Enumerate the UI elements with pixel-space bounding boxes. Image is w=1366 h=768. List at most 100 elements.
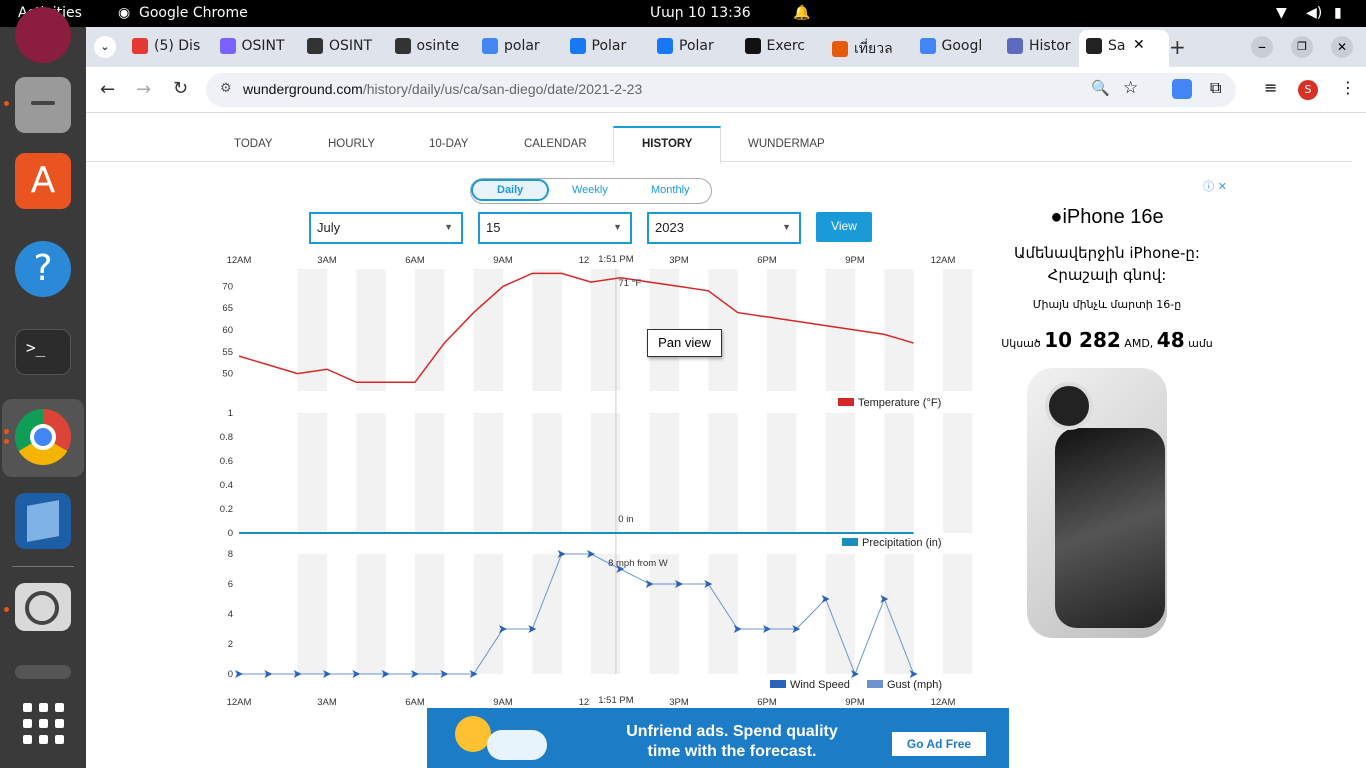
- browser-tab[interactable]: Polar: [569, 38, 642, 66]
- tab-today[interactable]: TODAY: [234, 138, 273, 150]
- browser-tab[interactable]: เที่ยวล: [832, 38, 904, 66]
- tab-label: polar: [504, 38, 540, 54]
- chart-band: [708, 413, 738, 533]
- tab-calendar[interactable]: CALENDAR: [524, 138, 587, 150]
- x-tick-label-bottom: 3PM: [669, 697, 689, 708]
- files-icon[interactable]: [15, 77, 71, 133]
- chrome-icon[interactable]: [15, 409, 71, 465]
- running-indicator: [4, 439, 9, 444]
- browser-tab[interactable]: Exerc: [744, 38, 817, 66]
- history-charts[interactable]: 12AM12AM3AM3AM6AM6AM9AM9AM12PM12PM3PM3PM…: [216, 251, 976, 721]
- browser-tab[interactable]: (5) Dis: [132, 38, 204, 66]
- y-tick-label: 0: [228, 528, 233, 539]
- extensions-icon[interactable]: ⧉: [1210, 78, 1221, 98]
- period-weekly[interactable]: Weekly: [572, 184, 608, 196]
- tab-label: Exerc: [766, 38, 805, 54]
- help-icon[interactable]: ?: [15, 241, 71, 297]
- browser-tab[interactable]: polar: [482, 38, 554, 66]
- browser-tab[interactable]: Histor: [1007, 38, 1079, 66]
- zoom-icon[interactable]: 🔍: [1091, 79, 1110, 97]
- chart-band: [884, 413, 914, 533]
- x-tick-label-top: 9PM: [845, 255, 865, 266]
- month-select[interactable]: July ▼: [309, 212, 463, 244]
- back-icon[interactable]: ←: [100, 79, 115, 100]
- browser-tab[interactable]: Polar: [657, 38, 729, 66]
- period-monthly[interactable]: Monthly: [651, 184, 690, 196]
- x-tick-label-top: 3PM: [669, 255, 689, 266]
- chart-band: [532, 413, 562, 533]
- address-bar[interactable]: ⚙ wunderground.com/history/daily/us/ca/s…: [206, 73, 1236, 107]
- running-indicator: [4, 101, 9, 106]
- x-tick-label-top: 6PM: [757, 255, 777, 266]
- tab-label: OSINT: [241, 38, 285, 54]
- chart-band: [767, 269, 797, 391]
- virtualbox-icon[interactable]: [15, 493, 71, 549]
- dock-separator: [12, 566, 74, 567]
- cloud-icon: [487, 730, 547, 760]
- chart-band: [649, 413, 679, 533]
- bookmark-star-icon[interactable]: ☆: [1123, 78, 1138, 98]
- chrome-menu-icon[interactable]: ⋮: [1340, 78, 1356, 97]
- tab-active[interactable]: Sa: [1086, 38, 1125, 66]
- chart-band: [532, 269, 562, 391]
- y-tick-label: 0: [228, 669, 233, 680]
- dock-app-partial[interactable]: [15, 665, 71, 679]
- x-tick-label-top: 3AM: [317, 255, 337, 266]
- clock[interactable]: Մար 10 13:36: [650, 5, 751, 21]
- wifi-icon[interactable]: ▼: [1276, 5, 1287, 21]
- tab-10-day[interactable]: 10-DAY: [429, 138, 468, 150]
- minimize-icon[interactable]: –: [1251, 36, 1273, 58]
- show-apps-icon[interactable]: [23, 703, 64, 744]
- active-app-name[interactable]: Google Chrome: [139, 5, 248, 21]
- battery-icon[interactable]: ▮: [1334, 5, 1342, 21]
- tab-history[interactable]: HISTORY: [642, 138, 692, 150]
- tab-favicon: [132, 38, 148, 54]
- browser-tab[interactable]: osinte: [394, 38, 467, 66]
- ad-free-banner[interactable]: Unfriend ads. Spend quality time with th…: [427, 708, 1009, 768]
- site-info-icon[interactable]: ⚙: [220, 81, 232, 96]
- volume-icon[interactable]: ◀): [1306, 5, 1322, 21]
- tab-hourly[interactable]: HOURLY: [328, 138, 375, 150]
- legend-gust: Gust (mph): [887, 679, 942, 691]
- chart-band: [356, 269, 386, 391]
- legend-swatch-gust: [867, 680, 883, 688]
- go-ad-free-button[interactable]: Go Ad Free: [892, 732, 986, 756]
- browser-tab[interactable]: OSINT: [307, 38, 379, 66]
- translate-icon[interactable]: [1172, 79, 1192, 99]
- apple-logo-icon: ●: [1050, 206, 1063, 228]
- tab-search-icon[interactable]: ⌄: [94, 36, 116, 58]
- profile-avatar[interactable]: S: [1298, 80, 1318, 100]
- side-ad[interactable]: ⓘ ✕ ●iPhone 16e Ամենավերջին iPhone-ը: Հր…: [987, 178, 1227, 658]
- ad-brand: ●iPhone 16e: [1050, 206, 1164, 228]
- ad-headline-1: Ամենավերջին iPhone-ը:: [1014, 244, 1200, 262]
- tab-wundermap[interactable]: WUNDERMAP: [748, 138, 825, 150]
- y-tick-label: 8: [228, 549, 233, 560]
- chart-band: [297, 413, 327, 533]
- close-window-icon[interactable]: ✕: [1331, 36, 1353, 58]
- chart-band: [767, 554, 797, 674]
- forward-icon[interactable]: →: [136, 79, 151, 100]
- period-daily[interactable]: Daily: [497, 184, 523, 196]
- chart-band: [943, 413, 973, 533]
- y-tick-label: 55: [222, 347, 233, 358]
- precipitation-readout: 0 in: [618, 514, 633, 525]
- bell-icon[interactable]: 🔔: [793, 5, 810, 21]
- reload-icon[interactable]: ↻: [173, 78, 188, 99]
- terminal-icon[interactable]: >_: [15, 329, 71, 375]
- media-control-icon[interactable]: ≡: [1264, 78, 1277, 97]
- view-button[interactable]: View: [816, 212, 872, 242]
- browser-tab[interactable]: OSINT: [219, 38, 292, 66]
- image-viewer-icon[interactable]: [15, 583, 71, 631]
- tab-favicon: [482, 38, 498, 54]
- restore-icon[interactable]: ❐: [1291, 36, 1313, 58]
- browser-tab[interactable]: Googl: [919, 38, 992, 66]
- new-tab-icon[interactable]: +: [1169, 35, 1186, 59]
- x-tick-label-top: 9AM: [493, 255, 513, 266]
- close-tab-icon[interactable]: ✕: [1133, 37, 1145, 53]
- tab-favicon: [919, 38, 936, 54]
- adchoices-icon[interactable]: ⓘ ✕: [1203, 178, 1227, 194]
- software-store-icon[interactable]: A: [15, 153, 71, 209]
- dock-app-partial[interactable]: [15, 7, 71, 63]
- day-select[interactable]: 15 ▼: [478, 212, 632, 244]
- year-select[interactable]: 2023 ▼: [647, 212, 801, 244]
